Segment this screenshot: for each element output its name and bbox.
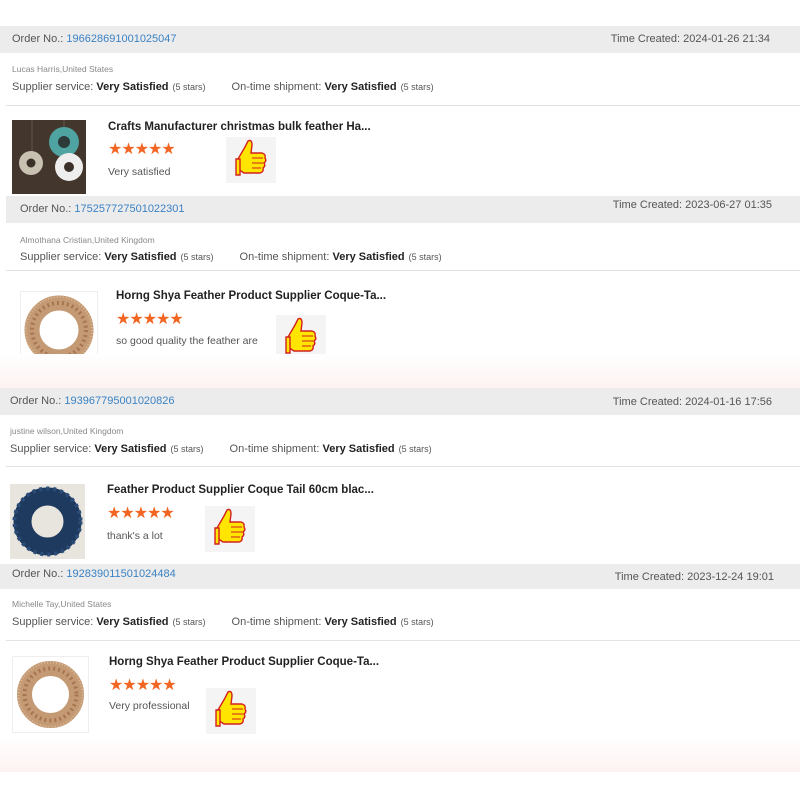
- divider: [6, 466, 800, 467]
- time-created: Time Created: 2023-06-27 01:35: [612, 199, 772, 211]
- order-number-link[interactable]: 175257727501022301: [74, 203, 184, 215]
- thumbs-up-icon: [226, 137, 276, 183]
- service-ratings: Supplier service: Very Satisfied (5 stars…: [12, 616, 434, 628]
- time-created: Time Created: 2023-12-24 19:01: [614, 571, 774, 583]
- divider: [6, 270, 800, 271]
- review-comment: Very professional: [109, 700, 190, 712]
- section-fade: [0, 354, 800, 388]
- thumbs-up-icon: [205, 506, 255, 552]
- order-number-link[interactable]: 196628691001025047: [66, 33, 176, 45]
- order-number-link[interactable]: 192839011501024484: [66, 568, 175, 580]
- product-image[interactable]: [12, 120, 86, 194]
- product-name[interactable]: Horng Shya Feather Product Supplier Coqu…: [116, 290, 386, 302]
- review-comment: Very satisfied: [108, 166, 171, 178]
- divider: [6, 640, 800, 641]
- product-name[interactable]: Horng Shya Feather Product Supplier Coqu…: [109, 656, 379, 668]
- order-bar: Order No.: 193967795001020826 Time Creat…: [0, 388, 800, 415]
- service-ratings: Supplier service: Very Satisfied (5 stars…: [12, 81, 434, 93]
- rating-stars: ★★★★★: [109, 677, 177, 694]
- product-name[interactable]: Crafts Manufacturer christmas bulk feath…: [108, 121, 371, 133]
- buyer-name: Lucas Harris,United States: [12, 64, 114, 74]
- product-name[interactable]: Feather Product Supplier Coque Tail 60cm…: [107, 484, 374, 496]
- time-created: Time Created: 2024-01-26 21:34: [610, 33, 770, 45]
- order-bar: Order No.: 196628691001025047 Time Creat…: [0, 26, 800, 53]
- service-ratings: Supplier service: Very Satisfied (5 stars…: [20, 251, 442, 263]
- product-image[interactable]: [12, 656, 89, 733]
- buyer-name: justine wilson,United Kingdom: [10, 426, 124, 436]
- rating-stars: ★★★★★: [107, 505, 175, 522]
- divider: [6, 105, 800, 106]
- rating-stars: ★★★★★: [116, 311, 184, 328]
- time-created: Time Created: 2024-01-16 17:56: [612, 396, 772, 408]
- product-image[interactable]: [10, 484, 85, 559]
- thumbs-up-icon: [206, 688, 256, 734]
- section-fade: [0, 736, 800, 772]
- order-bar: Order No.: 192839011501024484 Time Creat…: [0, 564, 800, 589]
- service-ratings: Supplier service: Very Satisfied (5 stars…: [10, 443, 432, 455]
- buyer-name: Michelle Tay,United States: [12, 599, 112, 609]
- order-number-link[interactable]: 193967795001020826: [64, 395, 174, 407]
- rating-stars: ★★★★★: [108, 141, 176, 158]
- review-comment: so good quality the feather are: [116, 335, 258, 347]
- buyer-name: Almothana Cristian,United Kingdom: [20, 235, 155, 245]
- order-bar: Order No.: 175257727501022301 Time Creat…: [6, 196, 800, 223]
- review-comment: thank's a lot: [107, 530, 163, 542]
- order-no-label: Order No.:: [12, 33, 67, 45]
